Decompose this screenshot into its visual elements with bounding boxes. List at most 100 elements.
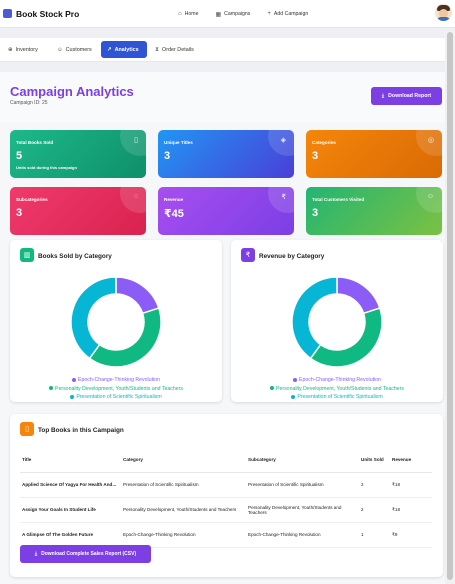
- tab-label: Inventory: [15, 46, 38, 53]
- top-books-table: Title Category Subcategory Units Sold Re…: [20, 448, 432, 548]
- legend-item[interactable]: Presentation of Scientific Spiritualism: [231, 393, 443, 402]
- stat-value: 5: [16, 150, 23, 162]
- panel-title: Revenue by Category: [259, 253, 325, 260]
- units-cell: 1: [359, 522, 390, 548]
- table-row: Applied Science Of Yagya For Health And.…: [20, 472, 432, 498]
- books-slice[interactable]: [70, 276, 117, 360]
- download-csv-button[interactable]: ⤓ Download Complete Sales Report (CSV): [20, 545, 151, 563]
- panel-title: Books Sold by Category: [38, 253, 112, 260]
- stat-value: 3: [164, 150, 171, 162]
- legend-swatch: [270, 386, 275, 391]
- legend-swatch: [70, 394, 75, 399]
- download-report-label: Download Report: [388, 93, 432, 99]
- panel-title: Top Books in this Campaign: [38, 427, 124, 434]
- users-icon: ☺: [57, 46, 63, 53]
- page-title: Campaign Analytics: [10, 84, 134, 99]
- page-header: Campaign Analytics Campaign ID: 25 ⤓ Dow…: [0, 72, 445, 122]
- cart-icon: ⊻: [155, 46, 160, 53]
- legend-label: Presentation of Scientific Spiritualism: [297, 394, 383, 400]
- top-books-panel: ▯ Top Books in this Campaign Title Categ…: [10, 414, 443, 577]
- stat-card-subcategories: ◌ Subcategories 3: [10, 187, 146, 235]
- plus-icon: +: [267, 11, 271, 17]
- tab-label: Analytics: [114, 46, 139, 53]
- download-icon: ⤓: [381, 92, 385, 99]
- category-cell: Personality Development, Youth/Students …: [121, 497, 246, 523]
- tab-customers[interactable]: ☺ Customers: [51, 41, 98, 58]
- stat-title: Total Customers Visited: [312, 197, 365, 202]
- rupee-icon: ₹: [281, 194, 286, 201]
- tab-order-details[interactable]: ⊻ Order Details: [149, 41, 200, 58]
- tab-bar: ⊕ Inventory ☺ Customers ↗ Analytics ⊻ Or…: [0, 38, 445, 62]
- legend-item[interactable]: Epoch-Change-Thinking Revolution: [231, 376, 443, 385]
- column-header: Units Sold: [359, 448, 390, 473]
- stat-title: Total Books Sold: [16, 140, 54, 145]
- revenue-slice[interactable]: [291, 276, 338, 360]
- nav-add-campaign[interactable]: + Add Campaign: [267, 11, 308, 17]
- table-row: Assign Your Goals In Student Life Person…: [20, 497, 432, 523]
- books-slice[interactable]: [115, 276, 160, 315]
- revenue-cell: ₹9: [390, 522, 432, 548]
- book-title-cell: A Glimpse Of The Golden Future: [20, 522, 121, 548]
- tab-analytics[interactable]: ↗ Analytics: [101, 41, 147, 58]
- revenue-slice[interactable]: [309, 307, 383, 368]
- revenue-by-category-panel: ₹ Revenue by Category Epoch-Change-Think…: [231, 240, 443, 402]
- table-row: A Glimpse Of The Golden Future Epoch-Cha…: [20, 522, 432, 548]
- category-cell: Presentation of Scientific Spiritualism: [121, 472, 246, 498]
- legend-item[interactable]: Presentation of Scientific Spiritualism: [10, 393, 222, 402]
- subcategory-cell: Epoch-Change-Thinking Revolution: [246, 522, 359, 548]
- category-cell: Epoch-Change-Thinking Revolution: [121, 522, 246, 548]
- books-slice[interactable]: [88, 307, 162, 368]
- brand[interactable]: Book Stock Pro: [3, 9, 79, 19]
- revenue-slice[interactable]: [336, 276, 381, 315]
- subcategory-cell: Presentation of Scientific Spiritualism: [246, 472, 359, 498]
- tab-label: Order Details: [162, 46, 194, 53]
- download-report-button[interactable]: ⤓ Download Report: [371, 87, 442, 105]
- brand-name: Book Stock Pro: [16, 8, 80, 19]
- tag-icon: ◎: [427, 137, 434, 144]
- nav-add-campaign-label: Add Campaign: [273, 11, 309, 17]
- stat-title: Subcategories: [16, 197, 48, 202]
- legend-label: Personality Development, Youth/Students …: [276, 385, 404, 392]
- stat-title: Categories: [312, 140, 336, 145]
- tags-icon: ◌: [133, 193, 138, 200]
- users-icon: ☺: [426, 193, 434, 200]
- book-icon: [3, 9, 12, 18]
- avatar[interactable]: [435, 4, 452, 21]
- rupee-icon: ₹: [241, 248, 255, 262]
- tab-inventory[interactable]: ⊕ Inventory: [2, 41, 44, 58]
- legend-item[interactable]: Personality Development, Youth/Students …: [10, 385, 222, 394]
- calendar-icon: ▦: [215, 11, 222, 18]
- scrollbar-thumb[interactable]: [447, 32, 453, 580]
- legend-item[interactable]: Personality Development, Youth/Students …: [231, 385, 443, 394]
- column-header: Subcategory: [246, 448, 359, 473]
- legend-swatch: [293, 377, 298, 382]
- revenue-cell: ₹18: [390, 472, 432, 498]
- units-cell: 2: [359, 472, 390, 498]
- box-icon: ⊕: [8, 46, 13, 53]
- layers-icon: ◈: [280, 137, 286, 144]
- legend-swatch: [72, 377, 77, 382]
- book-icon: ▯: [20, 422, 34, 436]
- legend-item[interactable]: Epoch-Change-Thinking Revolution: [10, 376, 222, 385]
- column-header: Title: [20, 448, 121, 473]
- trend-icon: ↗: [107, 46, 112, 53]
- legend-swatch: [291, 394, 296, 399]
- main-content: Campaign Analytics Campaign ID: 25 ⤓ Dow…: [0, 72, 445, 584]
- stat-value: 3: [16, 207, 23, 219]
- revenue-cell: ₹18: [390, 497, 432, 523]
- nav-home-label: Home: [184, 11, 199, 17]
- nav-campaigns[interactable]: ▦ Campaigns: [215, 11, 250, 18]
- legend-label: Epoch-Change-Thinking Revolution: [299, 377, 381, 383]
- books-by-category-panel: ▥ Books Sold by Category Epoch-Change-Th…: [10, 240, 222, 402]
- book-icon: ▯: [134, 137, 138, 144]
- books-chart-legend: Epoch-Change-Thinking Revolution Personal…: [10, 376, 222, 402]
- stat-title: Revenue: [164, 197, 184, 202]
- nav-home[interactable]: ⌂ Home: [178, 11, 198, 17]
- book-title-cell: Assign Your Goals In Student Life: [20, 497, 121, 523]
- stat-card-categories: ◎ Categories 3: [306, 130, 442, 178]
- stat-subtext: Units sold during this campaign: [16, 165, 77, 170]
- campaign-id: Campaign ID: 25: [10, 100, 48, 106]
- legend-label: Epoch-Change-Thinking Revolution: [78, 377, 160, 383]
- stat-card-total-books-sold: ▯ Total Books Sold 5 Units sold during t…: [10, 130, 146, 178]
- bar-chart-icon: ▥: [20, 248, 34, 262]
